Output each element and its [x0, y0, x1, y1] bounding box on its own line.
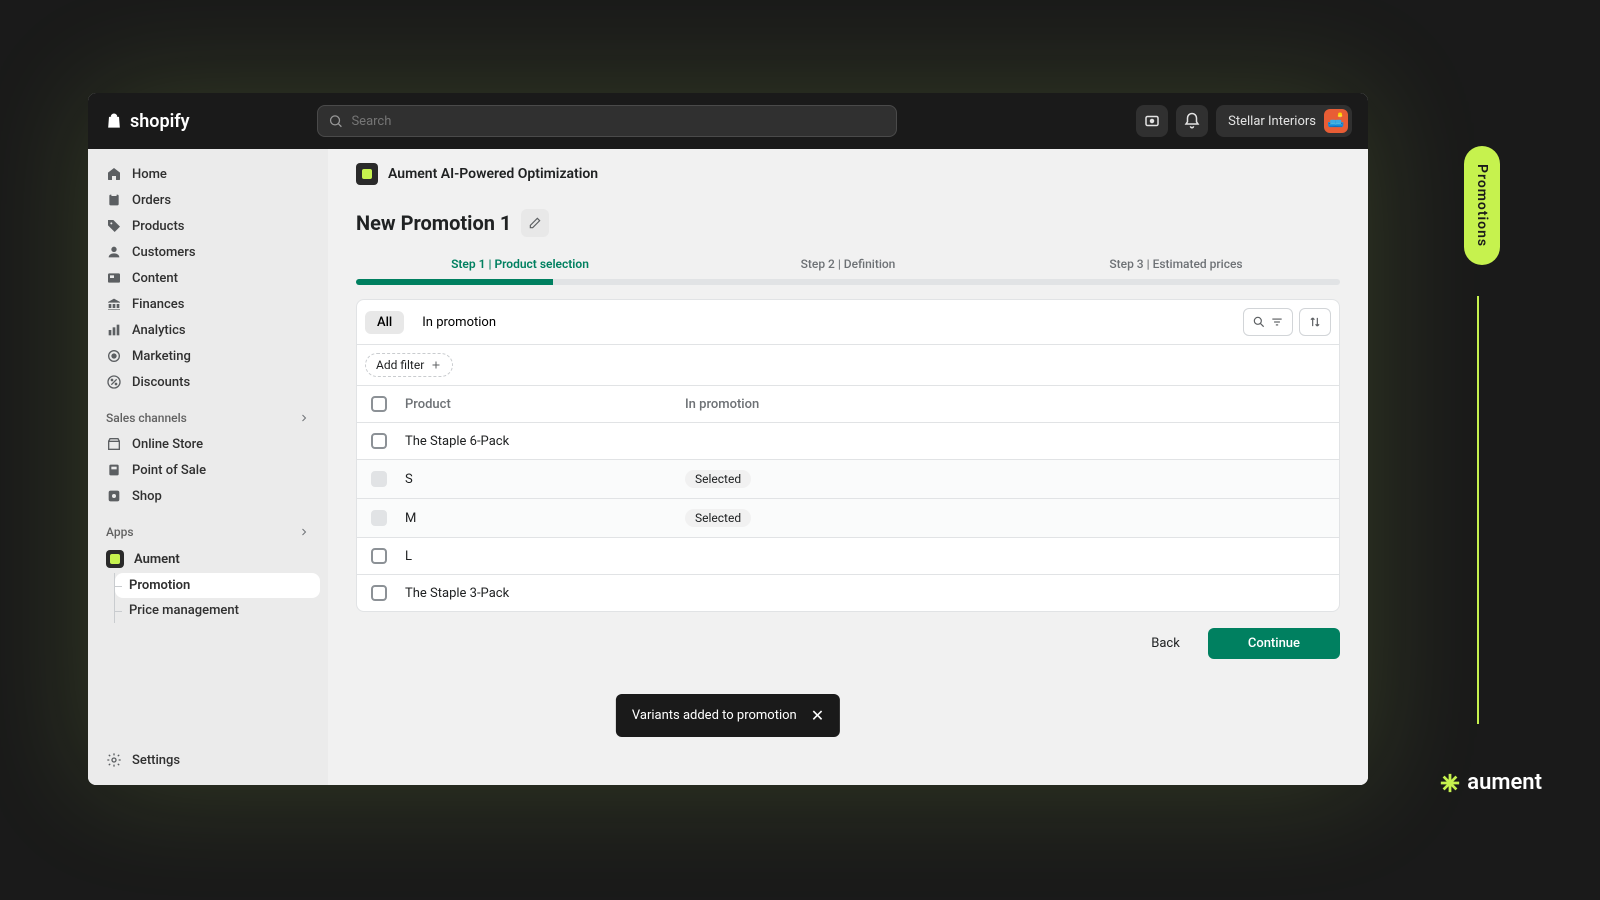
nav-app-promotion[interactable]: Promotion — [115, 573, 320, 598]
nav-finances[interactable]: Finances — [96, 291, 320, 317]
tag-icon — [106, 218, 122, 234]
orders-icon — [106, 192, 122, 208]
variant-row[interactable]: L — [357, 537, 1339, 574]
variant-row[interactable]: SSelected — [357, 459, 1339, 498]
nav-online-store[interactable]: Online Store — [96, 431, 320, 457]
nav-settings[interactable]: Settings — [96, 747, 320, 773]
selected-badge: Selected — [685, 470, 751, 488]
chart-icon — [106, 322, 122, 338]
sort-button[interactable] — [1299, 308, 1331, 336]
add-filter-button[interactable]: Add filter — [365, 353, 453, 377]
sales-channels-header[interactable]: Sales channels — [96, 405, 320, 431]
topbar-actions: Stellar Interiors 🛋️ — [1136, 105, 1352, 137]
store-avatar: 🛋️ — [1324, 109, 1348, 133]
content-icon — [106, 270, 122, 286]
row-checkbox-disabled — [371, 471, 387, 487]
variant-row[interactable]: MSelected — [357, 498, 1339, 537]
aument-app-icon — [106, 550, 124, 568]
row-checkbox[interactable] — [371, 585, 387, 601]
nav-customers[interactable]: Customers — [96, 239, 320, 265]
chevron-right-icon — [298, 412, 310, 424]
page-title: New Promotion 1 — [356, 211, 511, 235]
table-header: Product In promotion — [357, 385, 1339, 422]
nav-analytics[interactable]: Analytics — [96, 317, 320, 343]
step-1[interactable]: Step 1 | Product selection — [356, 257, 684, 279]
product-row[interactable]: The Staple 6-Pack — [357, 422, 1339, 459]
nav-app-aument[interactable]: Aument — [96, 545, 320, 573]
aument-asterisk-icon — [1439, 772, 1461, 794]
toast: Variants added to promotion ✕ — [616, 694, 840, 737]
back-button[interactable]: Back — [1135, 628, 1196, 659]
aument-brand: aument — [1439, 770, 1542, 795]
search-icon — [328, 113, 343, 129]
discount-icon — [106, 374, 122, 390]
row-checkbox[interactable] — [371, 548, 387, 564]
filter-icon — [1270, 315, 1284, 329]
notifications-button[interactable] — [1176, 105, 1208, 137]
shopify-admin-window: shopify Stellar Interiors 🛋️ Home Orders… — [88, 93, 1368, 785]
nav-shop[interactable]: Shop — [96, 483, 320, 509]
search-filter-button[interactable] — [1243, 308, 1293, 336]
wizard-steps: Step 1 | Product selection Step 2 | Defi… — [328, 257, 1368, 279]
gear-icon — [106, 752, 122, 768]
nav-discounts[interactable]: Discounts — [96, 369, 320, 395]
inbox-icon — [1143, 112, 1161, 130]
pencil-icon — [528, 216, 542, 230]
plus-icon — [430, 359, 442, 371]
topbar: shopify Stellar Interiors 🛋️ — [88, 93, 1368, 149]
product-row[interactable]: The Staple 3-Pack — [357, 574, 1339, 611]
bell-icon — [1183, 112, 1201, 130]
wizard-progress — [356, 279, 1340, 285]
col-in-promotion: In promotion — [685, 397, 1325, 412]
store-switcher[interactable]: Stellar Interiors 🛋️ — [1216, 105, 1352, 137]
global-search[interactable] — [317, 105, 897, 137]
store-icon — [106, 436, 122, 452]
pos-icon — [106, 462, 122, 478]
tab-all[interactable]: All — [365, 311, 404, 334]
bank-icon — [106, 296, 122, 312]
store-name: Stellar Interiors — [1228, 114, 1316, 129]
product-table-card: All In promotion Add filter Product In p… — [356, 299, 1340, 612]
edit-title-button[interactable] — [521, 209, 549, 237]
search-icon — [1252, 315, 1266, 329]
step-2[interactable]: Step 2 | Definition — [684, 257, 1012, 279]
apps-header[interactable]: Apps — [96, 519, 320, 545]
main-content: Aument AI-Powered Optimization New Promo… — [328, 149, 1368, 785]
sort-icon — [1308, 315, 1322, 329]
shop-icon — [106, 488, 122, 504]
app-name: Aument AI-Powered Optimization — [388, 166, 598, 182]
nav-marketing[interactable]: Marketing — [96, 343, 320, 369]
toast-close-button[interactable]: ✕ — [811, 706, 824, 725]
nav-products[interactable]: Products — [96, 213, 320, 239]
chevron-right-icon — [298, 526, 310, 538]
selected-badge: Selected — [685, 509, 751, 527]
nav-orders[interactable]: Orders — [96, 187, 320, 213]
shopify-logo-text: shopify — [130, 111, 190, 132]
inbox-button[interactable] — [1136, 105, 1168, 137]
app-header: Aument AI-Powered Optimization — [328, 149, 1368, 199]
shopify-bag-icon — [104, 111, 124, 131]
step-3[interactable]: Step 3 | Estimated prices — [1012, 257, 1340, 279]
promotions-side-line — [1477, 296, 1479, 724]
nav-app-price-management[interactable]: Price management — [115, 598, 320, 623]
col-product: Product — [405, 397, 685, 412]
search-input[interactable] — [351, 114, 886, 129]
home-icon — [106, 166, 122, 182]
person-icon — [106, 244, 122, 260]
row-checkbox[interactable] — [371, 433, 387, 449]
toast-message: Variants added to promotion — [632, 708, 797, 723]
target-icon — [106, 348, 122, 364]
aument-header-icon — [356, 163, 378, 185]
nav-pos[interactable]: Point of Sale — [96, 457, 320, 483]
nav-content[interactable]: Content — [96, 265, 320, 291]
promotions-side-tab: Promotions — [1464, 146, 1500, 265]
select-all-checkbox[interactable] — [371, 396, 387, 412]
continue-button[interactable]: Continue — [1208, 628, 1340, 659]
nav-home[interactable]: Home — [96, 161, 320, 187]
wizard-footer: Back Continue — [328, 612, 1368, 675]
shopify-logo: shopify — [104, 111, 190, 132]
tab-in-promotion[interactable]: In promotion — [410, 311, 508, 334]
sidebar: Home Orders Products Customers Content F… — [88, 149, 328, 785]
row-checkbox-disabled — [371, 510, 387, 526]
